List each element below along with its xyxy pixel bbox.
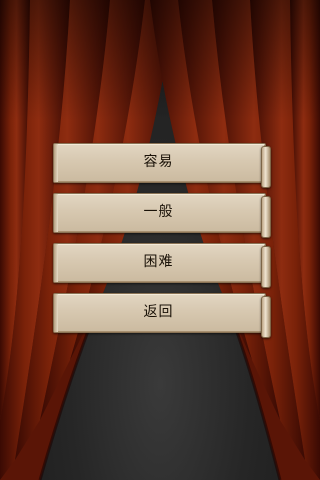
easy-button[interactable]: 容易 bbox=[53, 142, 271, 188]
easy-button-label: 容易 bbox=[143, 154, 174, 170]
hard-button[interactable]: 困难 bbox=[53, 242, 271, 288]
game-screen: 容易 一般 困难 返回 bbox=[0, 0, 320, 480]
difficulty-menu: 容易 一般 困难 返回 bbox=[53, 142, 271, 342]
normal-button-label: 一般 bbox=[143, 204, 174, 220]
back-button[interactable]: 返回 bbox=[53, 292, 271, 338]
normal-button[interactable]: 一般 bbox=[53, 192, 271, 238]
back-button-label: 返回 bbox=[143, 304, 174, 320]
hard-button-label: 困难 bbox=[143, 254, 174, 270]
